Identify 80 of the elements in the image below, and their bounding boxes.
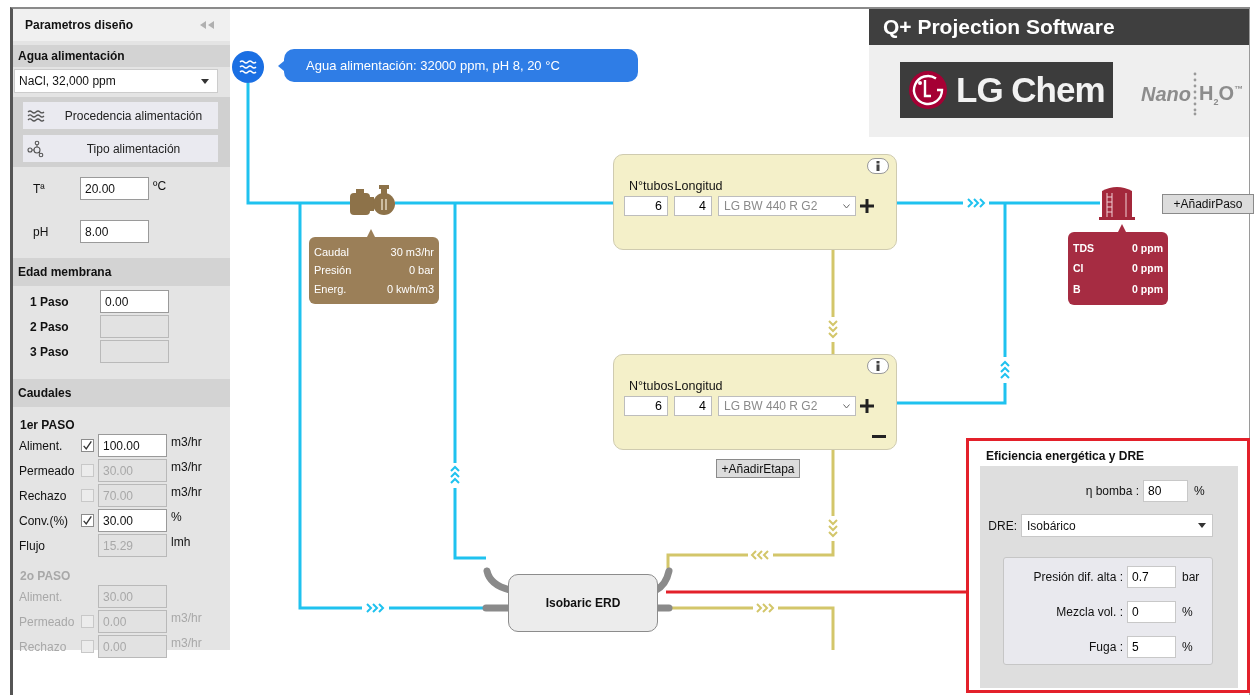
erd-unit[interactable]: Isobaric ERD (508, 574, 658, 632)
input-field[interactable]: 100.00 (98, 434, 167, 457)
info-value: 0 bar (408, 264, 434, 277)
info-value: 0 ppm (1132, 282, 1163, 295)
feed-option-button[interactable]: Procedencia alimentación (23, 102, 218, 129)
section-heading: Agua alimentación (18, 49, 125, 63)
field-label: η bomba : (1085, 484, 1139, 498)
unit-label: lmh (170, 534, 191, 549)
partner-name: H$_{2}$O$^{™}$ (1199, 81, 1244, 107)
unit-label: % (1181, 640, 1194, 654)
unit-label: m3/hr (170, 434, 202, 449)
partner-prefix: Nano (1141, 82, 1191, 106)
input-field[interactable]: 4 (674, 396, 712, 416)
membrane-select[interactable]: LG BW 440 R G2 (718, 396, 856, 416)
unit-label: % (170, 509, 182, 524)
water-select[interactable]: NaCl, 32,000 ppm (14, 69, 218, 93)
field-label: DRE: (988, 518, 1017, 533)
unit-label: m3/hr (170, 484, 202, 499)
info-value: 0 kwh/m3 (386, 282, 434, 295)
input-field[interactable]: 0 (1127, 601, 1176, 623)
feed-summary: Agua alimentación: 32000 ppm, pH 8, 20 °C (306, 58, 560, 73)
field-label: Presión dif. alta : (1033, 570, 1123, 584)
input-field[interactable]: 0.00 (100, 290, 169, 313)
info-value: 30 m3/hr (390, 246, 434, 259)
field-label: Longitud (674, 179, 723, 193)
field-label: Conv.(%) (19, 513, 70, 528)
input-field[interactable]: 30.00 (98, 509, 167, 532)
input-field[interactable]: 5 (1127, 636, 1176, 658)
unit-label: m3/hr (170, 610, 202, 625)
field-label: pH (32, 224, 50, 239)
add-pass-button[interactable]: +AñadirPaso (1162, 194, 1254, 214)
unit-label: m3/hr (170, 635, 202, 650)
unit-label: ºC (152, 178, 167, 193)
field-label: N°tubos (629, 379, 674, 393)
field-label: Aliment. (19, 438, 64, 453)
field-label: Mezcla vol. : (1056, 605, 1123, 619)
field-label: 3 Paso (29, 344, 70, 359)
membrane-select[interactable]: LG BW 440 R G2 (718, 196, 856, 216)
input-field[interactable]: 80 (1143, 480, 1188, 502)
field-label: Permeado (19, 614, 76, 629)
section-heading: Edad membrana (18, 265, 112, 279)
info-value: 0 ppm (1132, 262, 1163, 275)
field-label: 1 Paso (29, 294, 70, 309)
field-label: Fuga : (1088, 640, 1123, 654)
field-label: Tª (32, 181, 46, 196)
dre-select[interactable]: Isobárico (1021, 514, 1213, 537)
field-label: Rechazo (19, 488, 68, 503)
field-label: Aliment. (19, 589, 64, 604)
input-field[interactable]: 6 (624, 196, 668, 216)
panel-title: Eficiencia energética y DRE (986, 449, 1145, 463)
unit-label: % (1193, 484, 1206, 498)
field-label: Permeado (19, 463, 76, 478)
input-field[interactable]: 8.00 (80, 220, 149, 243)
pass-title: 2o PASO (19, 568, 72, 584)
info-label: Energ. (314, 282, 347, 295)
info-label: Presión (314, 264, 352, 277)
field-label: 2 Paso (29, 319, 70, 334)
pass-title: 1er PASO (19, 417, 76, 433)
app-title: Q+ Projection Software (883, 15, 1115, 39)
info-label: Caudal (314, 246, 349, 259)
unit-label: m3/hr (170, 459, 202, 474)
field-label: Flujo (19, 538, 46, 553)
panel-title: Parametros diseño (25, 18, 134, 32)
brand-name: LG Chem (956, 70, 1105, 110)
unit-label: bar (1181, 570, 1201, 584)
input-field[interactable]: 0.7 (1127, 566, 1176, 588)
info-label: Cl (1073, 262, 1084, 275)
field-label: Longitud (674, 379, 723, 393)
unit-label: % (1181, 605, 1194, 619)
add-stage-button[interactable]: +AñadirEtapa (716, 459, 800, 478)
input-field[interactable]: 20.00 (80, 177, 149, 200)
feed-option-button[interactable]: Tipo alimentación (23, 135, 218, 162)
info-label: TDS (1073, 242, 1094, 255)
section-heading: Caudales (18, 386, 72, 400)
input-field[interactable]: 4 (674, 196, 712, 216)
info-label: B (1073, 282, 1081, 295)
field-label: N°tubos (629, 179, 674, 193)
field-label: Rechazo (19, 639, 68, 654)
input-field[interactable]: 6 (624, 396, 668, 416)
info-value: 0 ppm (1132, 242, 1163, 255)
